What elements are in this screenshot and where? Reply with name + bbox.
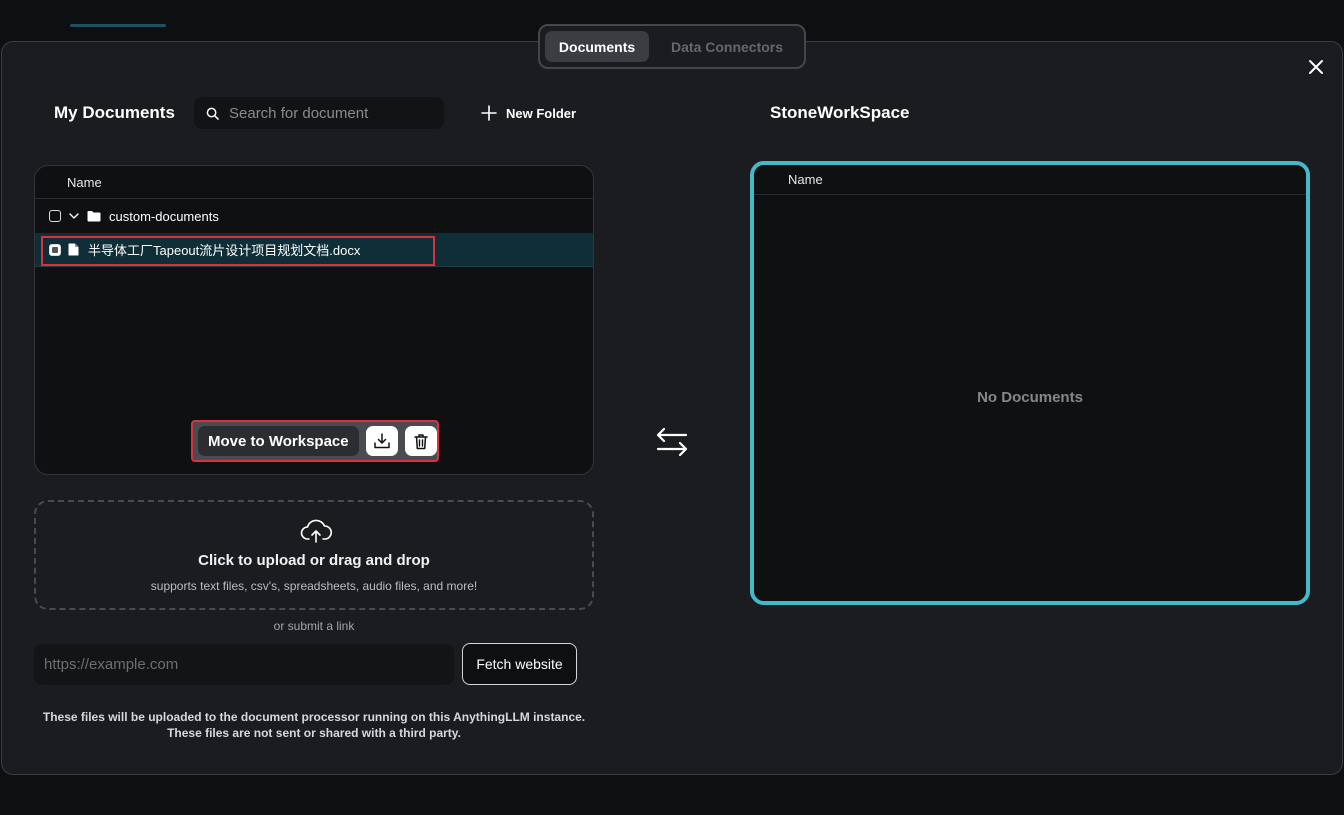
folder-row[interactable]: custom-documents xyxy=(35,199,593,233)
chevron-down-icon[interactable] xyxy=(68,210,80,222)
download-button[interactable] xyxy=(365,426,398,456)
search-input[interactable] xyxy=(229,104,429,122)
upload-footnote: These files will be uploaded to the docu… xyxy=(34,709,594,741)
upload-dropzone[interactable]: Click to upload or drag and drop support… xyxy=(34,500,594,610)
documents-table-header: Name xyxy=(35,166,593,199)
close-icon xyxy=(1309,60,1323,74)
file-checkbox[interactable] xyxy=(49,243,61,256)
footnote-line-1: These files will be uploaded to the docu… xyxy=(42,710,586,724)
background-active-tab-indicator xyxy=(70,24,166,27)
workspace-column-name-header: Name xyxy=(788,172,823,187)
my-documents-title: My Documents xyxy=(54,103,175,122)
close-button[interactable] xyxy=(1303,54,1329,80)
no-documents-text: No Documents xyxy=(977,389,1083,406)
search-icon xyxy=(206,107,219,120)
upload-title: Click to upload or drag and drop xyxy=(198,552,430,569)
folder-name: custom-documents xyxy=(109,208,219,224)
document-action-bar: Move to Workspace xyxy=(191,420,439,462)
move-to-workspace-button[interactable]: Move to Workspace xyxy=(198,426,359,456)
delete-button[interactable] xyxy=(404,426,437,456)
upload-subtitle: supports text files, csv's, spreadsheets… xyxy=(150,579,478,593)
plus-icon xyxy=(481,105,497,121)
file-name: 半导体工厂Tapeout流片设计项目规划文档.docx xyxy=(88,243,361,258)
swap-arrows-icon xyxy=(656,427,688,457)
or-submit-link-text: or submit a link xyxy=(273,619,355,633)
fetch-website-button[interactable]: Fetch website xyxy=(462,643,577,685)
footnote-line-2: These files are not sent or shared with … xyxy=(167,726,461,740)
workspace-documents-panel: Name No Documents xyxy=(750,161,1310,605)
new-folder-label: New Folder xyxy=(506,105,577,121)
workspace-title: StoneWorkSpace xyxy=(770,103,910,122)
search-box xyxy=(194,97,444,129)
folder-checkbox[interactable] xyxy=(49,210,61,222)
tab-data-connectors[interactable]: Data Connectors xyxy=(655,31,799,62)
column-name-header: Name xyxy=(67,174,102,190)
tab-documents[interactable]: Documents xyxy=(545,31,650,62)
modal-tab-switch: Documents Data Connectors xyxy=(538,24,806,69)
file-icon xyxy=(68,243,79,256)
url-input[interactable] xyxy=(34,644,454,685)
download-icon xyxy=(373,433,390,449)
cloud-upload-icon xyxy=(300,519,332,543)
file-row[interactable]: 半导体工厂Tapeout流片设计项目规划文档.docx xyxy=(35,233,593,267)
trash-icon xyxy=(413,433,428,449)
new-folder-button[interactable]: New Folder xyxy=(481,102,576,124)
workspace-table-header: Name xyxy=(754,165,1306,195)
folder-icon xyxy=(87,211,101,222)
my-documents-panel: Name custom-documents 半导体工厂Tapeout流片设计项目… xyxy=(34,165,594,475)
